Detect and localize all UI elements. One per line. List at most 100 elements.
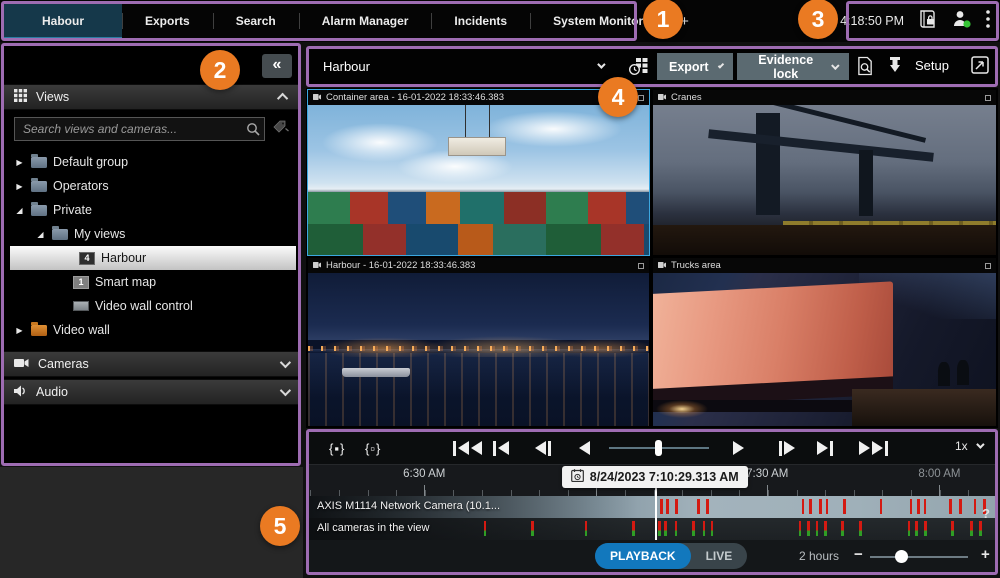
tree-item-default-group[interactable]: ▶ Default group bbox=[4, 150, 298, 174]
menu-kebab-icon[interactable] bbox=[986, 10, 990, 33]
user-profile-icon[interactable] bbox=[952, 9, 972, 34]
camera-pane-harbour[interactable]: Harbour - 16-01-2022 18:33:46.383 bbox=[308, 258, 649, 426]
camera-video-cranes[interactable] bbox=[653, 105, 996, 255]
camera-timeline-track[interactable]: AXIS M1114 Network Camera (10.1... bbox=[309, 496, 995, 518]
tree-item-smart-map[interactable]: 1Smart map bbox=[4, 270, 298, 294]
export-button[interactable]: Export bbox=[657, 53, 733, 80]
skip-to-start-icon[interactable] bbox=[453, 438, 482, 458]
previous-sequence-icon[interactable] bbox=[493, 438, 509, 458]
pane-title-label: Harbour - 16-01-2022 18:33:46.383 bbox=[326, 260, 475, 271]
search-views-input[interactable] bbox=[14, 117, 265, 141]
document-search-icon[interactable] bbox=[857, 56, 874, 76]
skip-to-end-icon[interactable] bbox=[859, 438, 888, 458]
tab-system-monitor[interactable]: System Monitor bbox=[530, 3, 666, 39]
play-backward-icon[interactable] bbox=[579, 438, 590, 458]
playhead-datetime-label: 8/24/2023 7:10:29.313 AM bbox=[590, 470, 739, 484]
expanded-arrow-icon[interactable]: ◢ bbox=[35, 230, 46, 239]
views-section-header[interactable]: Views bbox=[4, 84, 298, 110]
tree-item-video-wall-control[interactable]: Video wall control bbox=[4, 294, 298, 318]
tree-item-label: Harbour bbox=[101, 251, 146, 265]
tab-alarm-manager[interactable]: Alarm Manager bbox=[299, 3, 432, 39]
expanded-arrow-icon[interactable]: ◢ bbox=[14, 206, 25, 215]
search-box bbox=[14, 117, 265, 141]
zoom-out-button[interactable]: − bbox=[854, 546, 863, 563]
icon-part bbox=[872, 441, 883, 455]
pane-menu-icon[interactable] bbox=[985, 263, 991, 269]
icon-part bbox=[859, 441, 870, 455]
tree-item-label: Default group bbox=[53, 155, 128, 169]
add-tab-button[interactable]: + bbox=[666, 3, 703, 39]
timeline-help-button[interactable]: ? bbox=[982, 506, 990, 521]
view-selector-dropdown[interactable]: Harbour bbox=[313, 51, 613, 81]
tab-incidents[interactable]: Incidents bbox=[431, 3, 530, 39]
next-sequence-icon[interactable] bbox=[817, 438, 833, 458]
playhead-line[interactable] bbox=[655, 488, 657, 540]
evidence-lock-list-icon[interactable] bbox=[918, 9, 938, 34]
pane-menu-icon[interactable] bbox=[638, 95, 644, 101]
playback-speed-value: 1x bbox=[955, 439, 968, 453]
video-camera-icon bbox=[14, 357, 29, 371]
cameras-section-header[interactable]: Cameras bbox=[4, 351, 298, 377]
tree-item-video-wall[interactable]: ▶Video wall bbox=[4, 318, 298, 342]
pane-menu-icon[interactable] bbox=[985, 95, 991, 101]
camera-video-harbour[interactable] bbox=[308, 273, 649, 426]
pane-menu-icon[interactable] bbox=[638, 263, 644, 269]
retrieve-download-icon[interactable] bbox=[887, 56, 903, 74]
tree-item-private[interactable]: ◢ Private bbox=[4, 198, 298, 222]
camera-video-container-area[interactable] bbox=[308, 105, 649, 255]
collapse-sidebar-button[interactable]: « bbox=[262, 54, 292, 78]
scene-container-stack bbox=[308, 192, 649, 224]
play-forward-icon[interactable] bbox=[733, 438, 744, 458]
playback-shuttle-slider[interactable] bbox=[609, 440, 709, 456]
camera-pane-container-area[interactable]: Container area - 16-01-2022 18:33:46.383 bbox=[308, 90, 649, 255]
collapsed-arrow-icon[interactable]: ▶ bbox=[14, 158, 25, 167]
camera-video-trucks-area[interactable] bbox=[653, 273, 996, 426]
tree-item-operators[interactable]: ▶ Operators bbox=[4, 174, 298, 198]
audio-header-label: Audio bbox=[36, 385, 68, 399]
pane-title-bar: Harbour - 16-01-2022 18:33:46.383 bbox=[308, 258, 649, 273]
zoom-slider-handle[interactable] bbox=[895, 550, 908, 563]
tree-item-label: Private bbox=[53, 203, 92, 217]
live-mode-button[interactable]: LIVE bbox=[691, 543, 748, 569]
collapsed-arrow-icon[interactable]: ▶ bbox=[14, 326, 25, 335]
time-selection-start-icon[interactable]: {▪} bbox=[329, 438, 345, 458]
recording-mark bbox=[951, 521, 954, 536]
playback-mode-button[interactable]: PLAYBACK bbox=[595, 543, 691, 569]
chevron-down-icon bbox=[597, 60, 605, 68]
next-frame-icon[interactable] bbox=[779, 438, 795, 458]
tab-search[interactable]: Search bbox=[213, 3, 299, 39]
playhead-time-tooltip: 8/24/2023 7:10:29.313 AM bbox=[562, 466, 748, 488]
playback-speed-selector[interactable]: 1x bbox=[955, 439, 982, 453]
recording-mark bbox=[484, 521, 487, 536]
tree-item-label: Operators bbox=[53, 179, 109, 193]
tags-filter-icon[interactable] bbox=[273, 120, 290, 139]
timeline-panel: 1x {▪}{▫} 6:30 AM7:30 AM8:00 AM 8/24/202… bbox=[309, 432, 995, 572]
shuttle-handle[interactable] bbox=[655, 440, 662, 456]
views-header-label: Views bbox=[36, 90, 69, 104]
all-cameras-timeline-track[interactable]: All cameras in the view bbox=[309, 518, 995, 540]
calendar-clock-icon bbox=[571, 469, 584, 485]
tree-item-harbour[interactable]: 4 Harbour bbox=[10, 246, 296, 270]
tab-exports[interactable]: Exports bbox=[122, 3, 213, 39]
view-layout-clock-icon[interactable] bbox=[629, 56, 649, 76]
recording-mark bbox=[802, 499, 805, 514]
time-selection-end-icon[interactable]: {▫} bbox=[365, 438, 381, 458]
tree-item-my-views[interactable]: ◢My views bbox=[4, 222, 298, 246]
evidence-lock-button[interactable]: Evidence lock bbox=[737, 53, 849, 80]
timeline-zoom-slider[interactable] bbox=[870, 552, 968, 562]
view-selector-value: Harbour bbox=[323, 59, 370, 74]
setup-button[interactable]: Setup bbox=[915, 58, 949, 73]
tab-habour[interactable]: Habour bbox=[4, 3, 122, 39]
video-wall-control-icon bbox=[73, 301, 89, 311]
search-icon bbox=[246, 122, 260, 141]
fullscreen-icon[interactable] bbox=[971, 56, 989, 74]
icon-part bbox=[498, 441, 509, 455]
view-layout-badge: 4 bbox=[79, 252, 95, 265]
previous-frame-icon[interactable] bbox=[535, 438, 551, 458]
camera-pane-trucks-area[interactable]: Trucks area bbox=[653, 258, 996, 426]
audio-section-header[interactable]: Audio bbox=[4, 379, 298, 405]
camera-pane-cranes[interactable]: Cranes bbox=[653, 90, 996, 255]
collapsed-arrow-icon[interactable]: ▶ bbox=[14, 182, 25, 191]
zoom-in-button[interactable]: + bbox=[981, 546, 990, 563]
chevron-down-icon bbox=[976, 440, 984, 448]
